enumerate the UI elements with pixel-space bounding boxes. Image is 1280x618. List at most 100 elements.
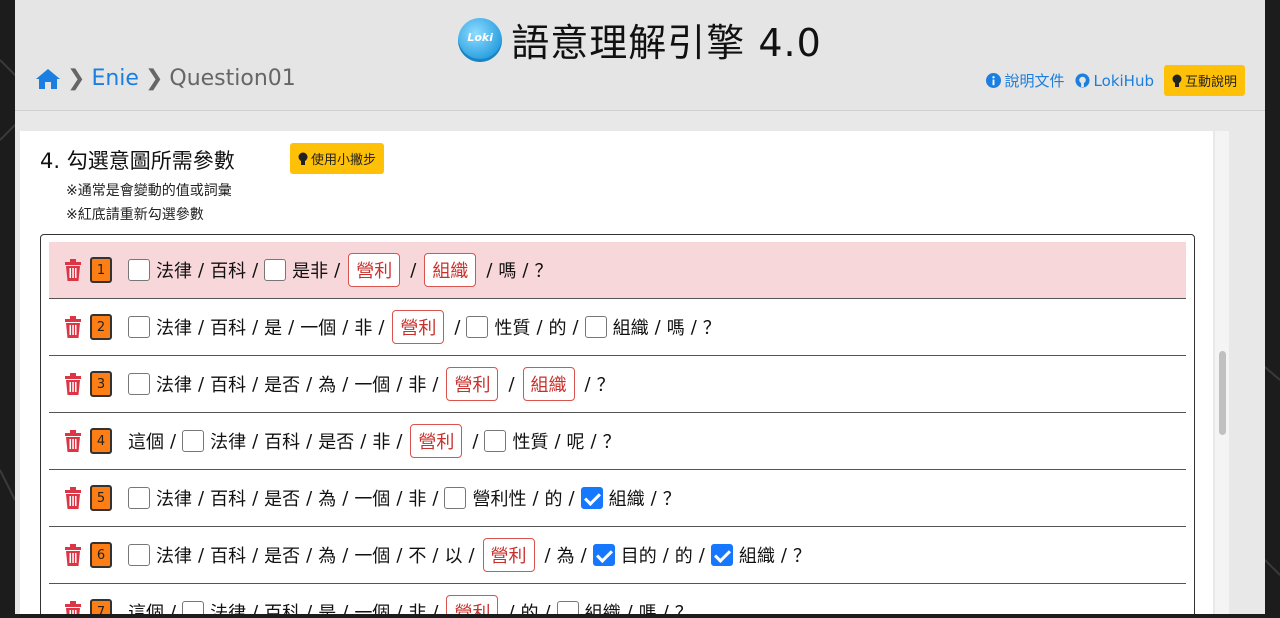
note-variable: ※通常是會變動的值或詞彙	[66, 183, 232, 199]
token-word: 是	[264, 318, 283, 339]
param-checkbox[interactable]	[128, 487, 150, 509]
token-word: 一個	[354, 603, 391, 614]
token-list: 這個 / 法律 / 百科 / 是 / 一個 / 非 / 營利 / 的 / 組織 / 嗎 / ？	[128, 595, 693, 614]
param-tag[interactable]: 營利	[446, 595, 499, 614]
row-number-badge: 7	[90, 599, 112, 614]
trash-icon[interactable]	[63, 430, 83, 452]
token-separator: /	[472, 430, 479, 452]
lokihub-link[interactable]: LokiHub	[1075, 72, 1154, 90]
param-tag[interactable]: 組織	[424, 253, 477, 287]
token-separator: /	[306, 487, 313, 509]
token-word: ？	[534, 261, 553, 282]
tips-button[interactable]: 使用小撇步	[290, 143, 385, 174]
param-checkbox[interactable]	[444, 487, 467, 509]
token-separator: /	[662, 601, 669, 615]
token-word: 一個	[354, 375, 391, 396]
token-separator: /	[410, 259, 417, 281]
param-checkbox[interactable]	[264, 259, 287, 281]
token-word: 嗎	[666, 318, 685, 339]
param-checkbox[interactable]	[484, 430, 507, 452]
token-word: 的	[544, 489, 563, 510]
row-number-badge: 4	[90, 428, 112, 454]
token-separator: /	[432, 544, 439, 566]
token-separator: /	[396, 487, 403, 509]
token-separator: /	[486, 259, 493, 281]
token-separator: /	[342, 487, 349, 509]
param-checkbox[interactable]	[556, 601, 579, 614]
param-checkbox[interactable]	[128, 259, 150, 281]
home-icon[interactable]	[35, 67, 61, 91]
token-word: 嗎	[638, 603, 657, 614]
param-checkbox-checked[interactable]	[710, 544, 733, 566]
param-tag[interactable]: 營利	[410, 424, 463, 458]
token-word: 法律	[156, 261, 192, 282]
token-word: 為	[318, 489, 337, 510]
token-word: 是否	[264, 546, 301, 567]
token-separator: /	[342, 316, 349, 338]
token-word: 法律	[156, 489, 192, 510]
sentence-list: 1 法律 / 百科 / 是非 / 營利 / 組織 / 嗎 /？ 2 法律 / 百科 / 是 / 一個 / 非 / 營利 / 性質 / 的…	[40, 234, 1195, 614]
token-separator: /	[198, 544, 205, 566]
trash-icon[interactable]	[63, 373, 83, 395]
token-separator: /	[584, 373, 591, 395]
param-checkbox[interactable]	[128, 544, 150, 566]
trash-icon[interactable]	[63, 487, 83, 509]
scrollbar[interactable]	[1215, 131, 1229, 614]
docs-link[interactable]: 說明文件	[985, 70, 1065, 91]
param-tag[interactable]: 組織	[522, 367, 575, 401]
row-number-badge: 5	[90, 485, 112, 511]
token-word: 是	[318, 603, 337, 614]
token-word: 是否	[264, 375, 301, 396]
param-checkbox-checked[interactable]	[592, 544, 615, 566]
sentence-row: 6 法律 / 百科 / 是否 / 為 / 一個 / 不 / 以 / 營利 / 為 / 目的 / 的 / 組織 /？	[49, 527, 1186, 584]
sentence-row: 1 法律 / 百科 / 是非 / 營利 / 組織 / 嗎 /？	[49, 242, 1186, 299]
token-separator: /	[170, 601, 177, 615]
tips-button-label: 使用小撇步	[311, 153, 377, 168]
param-tag[interactable]: 營利	[482, 538, 535, 572]
chevron-right-icon: ❯	[144, 66, 164, 91]
token-word: 非	[408, 489, 427, 510]
param-tag[interactable]: 營利	[392, 310, 445, 344]
token-separator: /	[522, 259, 529, 281]
token-list: 法律 / 百科 / 是否 / 為 / 一個 / 非 / 營利 / 組織 /？	[128, 367, 615, 401]
app-title: 語意理解引擎 4.0	[511, 21, 822, 65]
token-word: 的	[674, 546, 693, 567]
token-word: ？	[674, 603, 693, 614]
token-separator: /	[544, 544, 551, 566]
scrollbar-thumb[interactable]	[1219, 351, 1226, 435]
token-separator: /	[252, 430, 259, 452]
trash-icon[interactable]	[63, 544, 83, 566]
param-tag[interactable]: 營利	[348, 253, 401, 287]
token-word: 是否	[264, 489, 301, 510]
token-word: 這個	[128, 432, 164, 453]
param-checkbox-checked[interactable]	[580, 487, 603, 509]
token-word: 性質	[494, 318, 531, 339]
token-word: 法律	[156, 318, 192, 339]
token-list: 法律 / 百科 / 是 / 一個 / 非 / 營利 / 性質 / 的 / 組織 / 嗎 /？	[128, 310, 721, 344]
breadcrumb-project[interactable]: Enie	[91, 66, 139, 91]
interactive-help-button[interactable]: 互動說明	[1163, 65, 1245, 96]
token-separator: /	[544, 601, 551, 615]
sentence-row: 7 這個 / 法律 / 百科 / 是 / 一個 / 非 / 營利 / 的 / 組織 / 嗎 / ？	[49, 584, 1186, 614]
param-checkbox[interactable]	[182, 430, 205, 452]
token-separator: /	[342, 544, 349, 566]
trash-icon[interactable]	[63, 601, 83, 614]
token-separator: /	[508, 373, 515, 395]
token-word: 百科	[210, 261, 247, 282]
token-separator: /	[306, 373, 313, 395]
token-separator: /	[554, 430, 561, 452]
param-checkbox[interactable]	[584, 316, 607, 338]
token-separator: /	[288, 316, 295, 338]
trash-icon[interactable]	[63, 259, 83, 281]
param-tag[interactable]: 營利	[446, 367, 499, 401]
note-red-row: ※紅底請重新勾選參數	[66, 207, 204, 223]
token-separator: /	[306, 430, 313, 452]
param-checkbox[interactable]	[466, 316, 489, 338]
trash-icon[interactable]	[63, 316, 83, 338]
token-word: 目的	[620, 546, 657, 567]
param-checkbox[interactable]	[128, 373, 150, 395]
param-checkbox[interactable]	[182, 601, 205, 614]
param-checkbox[interactable]	[128, 316, 150, 338]
token-separator: /	[698, 544, 705, 566]
token-separator: /	[198, 259, 205, 281]
